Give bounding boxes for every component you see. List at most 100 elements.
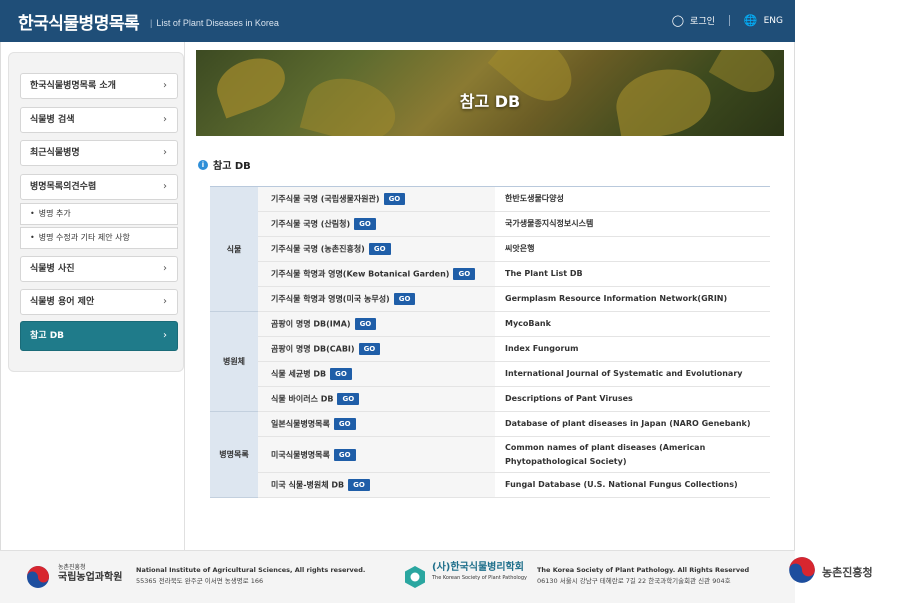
submenu-add-disease[interactable]: 병명 추가 [20,203,178,225]
db-name-cell: 기주식물 학명과 영명(Kew Botanical Garden) GO [258,261,495,287]
rda-taegeuk-logo-icon [27,566,49,588]
user-icon: ◯ [671,14,685,27]
table-row: 식물 세균병 DB GO International Journal of Sys… [210,361,770,387]
db-name: 기주식물 국명 (농촌진흥청) [271,244,365,254]
db-desc-cell: The Plant List DB [495,261,770,287]
chevron-right-icon: › [163,263,167,274]
sidebar-item-label: 식물병 사진 [30,264,75,274]
db-desc-cell: 한반도생물다양성 [495,186,770,212]
go-button[interactable]: GO [354,218,376,230]
banner-title: 참고 DB [459,92,521,111]
db-name: 미국 식물-병원체 DB [271,480,345,490]
go-button[interactable]: GO [354,318,377,330]
db-name: 기주식물 학명과 영명(미국 농무성) [271,294,390,304]
go-button[interactable]: GO [348,479,370,491]
sidebar-item-terms[interactable]: 식물병 용어 제안 › [20,289,178,315]
table-row: 기주식물 학명과 영명(미국 농무성) GO Germplasm Resource… [210,286,770,312]
sidebar-divider [184,42,185,550]
db-desc-cell: MycoBank [495,311,770,337]
org1-line1: National Institute of Agricultural Scien… [136,566,366,574]
sidebar-item-label: 참고 DB [30,331,65,341]
header-utility: ◯ 로그인 🌐 ENG [672,14,783,27]
sidebar-item-reference-db[interactable]: 참고 DB › [20,321,178,351]
page-banner: 참고 DB [196,50,784,136]
table-row: 곰팡이 명명 DB(CABI) GO Index Fungorum [210,336,770,362]
go-button[interactable]: GO [358,343,381,355]
kspp-logo-icon [405,566,425,588]
table-row: 식물 바이러스 DB GO Descriptions of Pant Viruse… [210,386,770,412]
chevron-right-icon: › [163,181,167,192]
footer-org1-info: National Institute of Agricultural Scien… [136,565,365,587]
chevron-right-icon: › [163,147,167,158]
reference-db-table: 식물 기주식물 국명 (국립생물자원관) GO 한반도생물다양성 기주식물 국명 … [210,186,770,498]
language-link[interactable]: ENG [764,16,783,26]
sidebar-item-feedback[interactable]: 병명목록의견수렴 › [20,174,178,200]
submenu-edit-suggestion[interactable]: 병명 수정과 기타 제안 사항 [20,227,178,249]
sidebar-item-label: 식물병 검색 [30,115,75,125]
footer-org1: 농촌진흥청 국립농업과학원 [58,563,122,583]
go-button[interactable]: GO [453,268,476,280]
db-name-cell: 기주식물 국명 (농촌진흥청) GO [258,236,495,262]
sidebar-item-search[interactable]: 식물병 검색 › [20,107,178,133]
go-button[interactable]: GO [368,243,391,255]
submenu-label: 병명 추가 [38,209,71,218]
footer-org2: (사)한국식물병리학회 The Korean Society of Plant … [432,563,527,583]
go-button[interactable]: GO [333,418,356,430]
go-button[interactable]: GO [330,368,352,380]
chevron-right-icon: › [163,296,167,307]
db-name: 곰팡이 명명 DB(CABI) [271,344,355,354]
rda-logo-icon [789,557,815,583]
sidebar-item-recent[interactable]: 최근식물병명 › [20,140,178,166]
chevron-right-icon: › [163,80,167,91]
sidebar-item-label: 병명목록의견수렴 [30,182,97,192]
go-button[interactable]: GO [337,393,360,405]
table-row: 기주식물 학명과 영명(Kew Botanical Garden) GO The … [210,261,770,287]
db-name: 기주식물 국명 (국립생물자원관) [271,194,380,204]
sidebar-item-photos[interactable]: 식물병 사진 › [20,256,178,282]
db-desc-cell: 씨앗은행 [495,236,770,262]
db-name: 곰팡이 명명 DB(IMA) [271,319,351,329]
section-title: i 참고 DB [198,157,251,172]
category-cell: 병원체 [210,311,258,412]
go-button[interactable]: GO [333,448,356,461]
db-name-cell: 기주식물 국명 (국립생물자원관) GO [258,186,495,212]
site-footer: 농촌진흥청 국립농업과학원 National Institute of Agri… [0,550,795,603]
db-name: 식물 세균병 DB [271,369,327,379]
sidebar-item-label: 한국식물병명목록 소개 [30,81,116,91]
category-cell: 식물 [210,186,258,312]
db-name: 미국식물병명목록 [271,450,330,459]
site-subtitle-text: List of Plant Diseases in Korea [156,18,279,28]
table-row: 미국 식물-병원체 DB GO Fungal Database (U.S. Nat… [210,472,770,498]
go-button[interactable]: GO [393,293,416,305]
db-name-cell: 일본식물병명목록 GO [258,411,495,437]
site-title[interactable]: 한국식물병명목록 [18,9,140,34]
login-link[interactable]: 로그인 [690,14,715,27]
db-name-cell: 식물 바이러스 DB GO [258,386,495,412]
db-name: 식물 바이러스 DB [271,394,334,404]
db-name-cell: 곰팡이 명명 DB(IMA) GO [258,311,495,337]
db-desc-cell: International Journal of Systematic and … [495,361,770,387]
globe-icon: 🌐 [743,14,758,27]
table-row: 미국식물병명목록 GO Common names of plant disease… [210,436,770,473]
chevron-right-icon: › [163,114,167,125]
org2-line1: The Korea Society of Plant Pathology. Al… [537,566,750,574]
db-name-cell: 기주식물 국명 (산림청) GO [258,211,495,237]
db-desc-cell: Descriptions of Pant Viruses [495,386,770,412]
db-name: 기주식물 국명 (산림청) [271,219,351,229]
rda-name: 농촌진흥청 [822,566,873,579]
org1-line2: 55365 전라북도 완주군 이서면 농생명로 166 [136,577,264,585]
db-desc-cell: Germplasm Resource Information Network(G… [495,286,770,312]
sidebar-item-intro[interactable]: 한국식물병명목록 소개 › [20,73,178,99]
footer-org2-info: The Korea Society of Plant Pathology. Al… [537,565,749,587]
table-row: 식물 기주식물 국명 (국립생물자원관) GO 한반도생물다양성 [210,186,770,312]
db-name: 일본식물병명목록 [271,419,330,429]
submenu-label: 병명 수정과 기타 제안 사항 [38,233,130,242]
go-button[interactable]: GO [383,193,406,205]
table-row: 병명목록 일본식물병명목록 GO Database of plant diseas… [210,411,770,498]
header-divider [728,15,730,26]
org2-sub: The Korean Society of Plant Pathology [432,575,527,581]
info-icon: i [198,159,208,170]
db-desc-cell: 국가생물종지식정보시스템 [495,211,770,237]
chevron-right-icon: › [163,330,167,341]
db-desc-cell: Database of plant diseases in Japan (NAR… [495,411,770,437]
